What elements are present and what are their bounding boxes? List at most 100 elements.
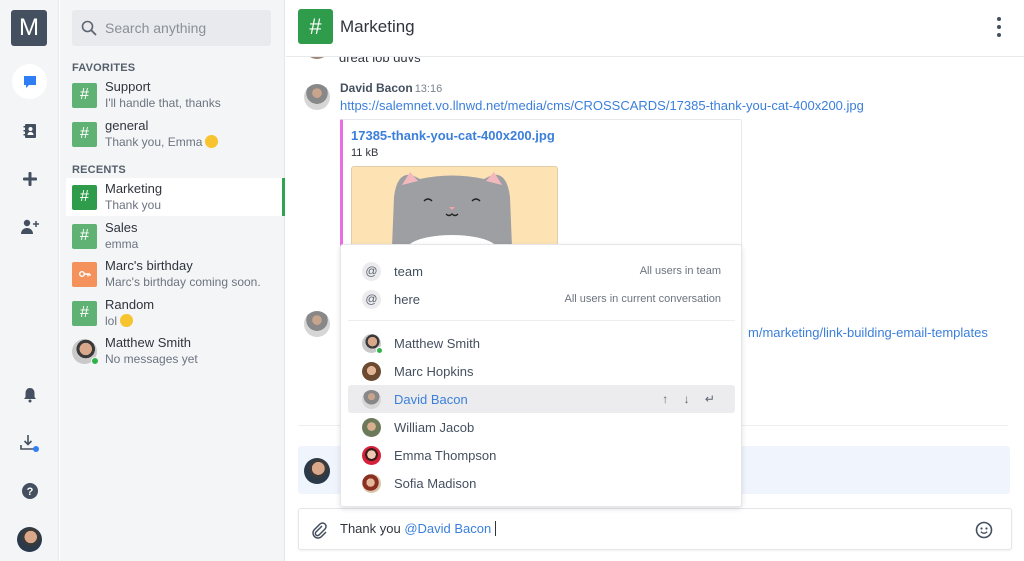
search-placeholder: Search anything: [105, 20, 207, 36]
mention-user-option[interactable]: Sofia Madison: [348, 469, 735, 497]
hash-icon: #: [72, 121, 97, 147]
room-name: Marketing: [105, 181, 163, 196]
room-item-sales[interactable]: # Sales emma: [66, 217, 285, 255]
divider: [348, 320, 735, 321]
hash-icon: #: [72, 300, 97, 326]
emoji-icon[interactable]: [975, 521, 993, 539]
avatar: [72, 338, 99, 365]
online-status-icon: [91, 356, 99, 365]
directory-button[interactable]: [12, 113, 47, 148]
attachment-size: 11 kB: [351, 147, 379, 159]
user-name: Emma Thompson: [394, 447, 497, 463]
paperclip-icon[interactable]: [311, 521, 327, 539]
message-composer[interactable]: Thank you @David Bacon: [298, 508, 1012, 550]
avatar: [362, 361, 381, 381]
avatar: [362, 445, 381, 465]
room-title: Marketing: [340, 17, 415, 36]
mention-handle: team: [394, 263, 423, 279]
room-item-random[interactable]: # Random lol: [66, 294, 285, 332]
sidebar: Search anything FAVORITES # Support I'll…: [60, 0, 285, 561]
room-name: Sales: [105, 220, 138, 235]
mention-user-option-selected[interactable]: David Bacon ↑ ↓ ↵: [348, 385, 735, 413]
room-name: general: [105, 118, 149, 133]
message-author: David Bacon 13:16: [340, 81, 442, 95]
mention-user-option[interactable]: Marc Hopkins: [348, 357, 735, 385]
directory-icon: [23, 123, 36, 138]
room-item-marketing[interactable]: # Marketing Thank you: [66, 178, 285, 216]
chat-icon: [23, 75, 36, 88]
room-last-message: emma: [105, 237, 139, 251]
avatar[interactable]: [304, 458, 330, 484]
room-item-marcs-birthday[interactable]: Marc's birthday Marc's birthday coming s…: [66, 255, 285, 293]
room-last-message: No messages yet: [105, 352, 198, 366]
mention-user-option[interactable]: Emma Thompson: [348, 441, 735, 469]
at-icon: @: [362, 289, 381, 309]
app: M ? Search anything FAVORITES # Support …: [0, 0, 1024, 561]
composer-mention: @David Bacon: [404, 521, 492, 536]
text-caret: [495, 521, 497, 536]
attachment-title[interactable]: 17385-thank-you-cat-400x200.jpg: [351, 128, 555, 143]
hash-icon: #: [72, 82, 97, 108]
notifications-button[interactable]: [12, 377, 47, 412]
download-icon: [19, 434, 39, 452]
chat-main: # Marketing great job guys David Bacon13…: [286, 0, 1024, 561]
left-rail: M ?: [0, 0, 59, 561]
mention-description: All users in team: [639, 265, 721, 277]
user-avatar[interactable]: [17, 527, 42, 552]
mention-user-option[interactable]: William Jacob: [348, 413, 735, 441]
composer-input: Thank you @David Bacon: [340, 521, 497, 536]
more-options-icon[interactable]: [994, 17, 1004, 37]
plus-icon: [22, 171, 37, 186]
room-item-support[interactable]: # Support I'll handle that, thanks: [66, 76, 285, 114]
downloads-button[interactable]: [12, 425, 47, 460]
search-input[interactable]: Search anything: [72, 10, 271, 46]
user-name: Marc Hopkins: [394, 363, 474, 379]
room-last-message: Thank you: [105, 198, 162, 212]
attachment-image[interactable]: [351, 166, 558, 246]
message-link[interactable]: https://salemnet.vo.llnwd.net/media/cms/…: [340, 98, 864, 113]
create-button[interactable]: [12, 161, 47, 196]
add-user-button[interactable]: [12, 209, 47, 244]
user-name: Matthew Smith: [394, 335, 480, 351]
keyboard-hint-icons: ↑ ↓ ↵: [662, 392, 721, 406]
room-name: Matthew Smith: [105, 335, 191, 350]
author-name[interactable]: David Bacon: [340, 81, 413, 95]
bell-icon: [23, 387, 36, 402]
add-user-icon: [20, 219, 39, 234]
help-button[interactable]: ?: [12, 473, 47, 508]
room-last-message: Marc's birthday coming soon.: [105, 275, 261, 289]
avatar: [362, 417, 381, 437]
mention-popup: @ team All users in team @ here All user…: [340, 244, 742, 507]
room-last-message: lol: [105, 314, 118, 328]
room-name: Support: [105, 79, 151, 94]
mention-handle: here: [394, 291, 421, 307]
hash-icon: #: [298, 9, 333, 44]
avatar: [362, 473, 381, 493]
hash-icon: #: [72, 184, 97, 210]
online-status-icon: [376, 346, 383, 354]
room-last-message: I'll handle that, thanks: [105, 96, 221, 110]
message-time: 13:16: [414, 83, 443, 95]
message-link[interactable]: m/marketing/link-building-email-template…: [748, 325, 988, 340]
avatar[interactable]: [304, 311, 330, 337]
user-name: David Bacon: [394, 391, 468, 407]
room-item-matthew-smith[interactable]: Matthew Smith No messages yet: [66, 332, 285, 370]
key-icon: [72, 261, 97, 287]
avatar: [362, 389, 381, 409]
avatar: [362, 333, 383, 354]
mention-user-option[interactable]: Matthew Smith: [348, 329, 735, 357]
avatar[interactable]: [304, 84, 330, 110]
at-icon: @: [362, 261, 381, 281]
workspace-logo[interactable]: M: [11, 10, 47, 46]
mention-option-team[interactable]: @ team All users in team: [348, 257, 735, 285]
mention-option-here[interactable]: @ here All users in current conversation: [348, 285, 735, 313]
room-header: # Marketing: [286, 0, 1024, 57]
room-item-general[interactable]: # general Thank you, Emma: [66, 115, 285, 153]
composer-text[interactable]: Thank you: [340, 521, 404, 536]
chat-button[interactable]: [12, 64, 47, 99]
workspace-letter: M: [19, 14, 39, 41]
recents-label: RECENTS: [72, 164, 126, 176]
user-name: William Jacob: [394, 419, 475, 435]
svg-text:?: ?: [26, 486, 33, 498]
grin-emoji-icon: [120, 314, 134, 327]
